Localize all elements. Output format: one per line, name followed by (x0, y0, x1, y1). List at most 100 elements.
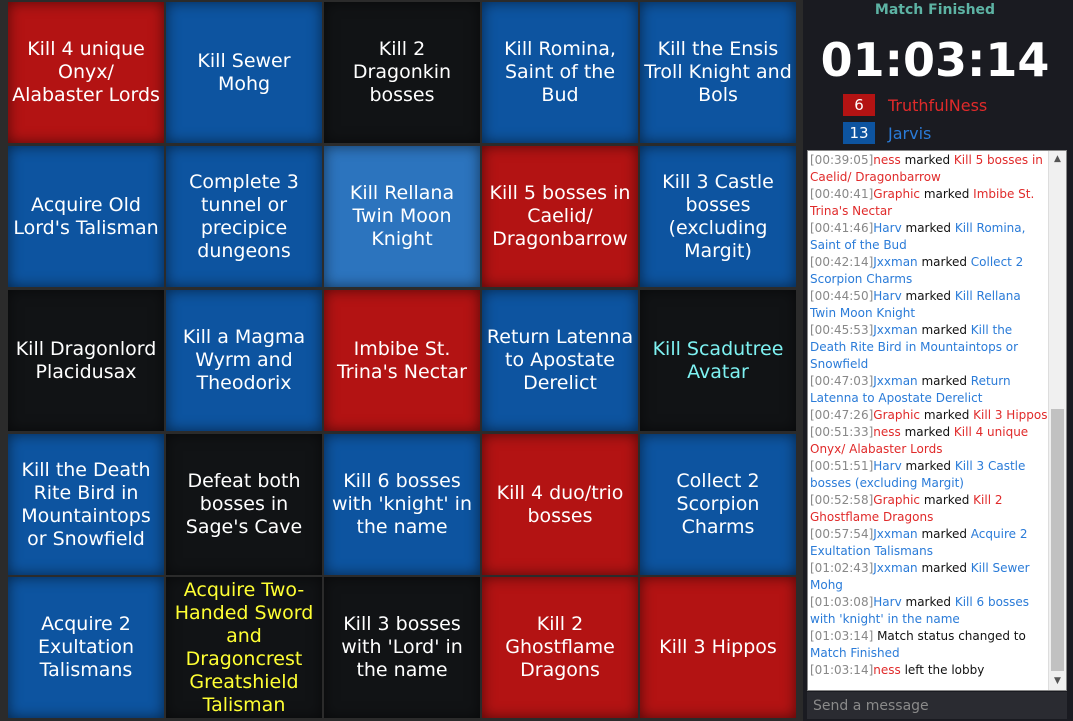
chat-message-part: ness (873, 663, 901, 677)
chat-message-part: marked (901, 459, 955, 473)
bingo-cell-label: Kill the Ensis Troll Knight and Bols (644, 38, 792, 106)
chat-message-part: Kill 3 Hippos (973, 408, 1048, 422)
bingo-cell-label: Complete 3 tunnel or precipice dungeons (189, 170, 299, 262)
bingo-cell[interactable]: Kill 3 Hippos (640, 577, 796, 718)
chat-message: [01:03:14]ness left the lobby (810, 662, 1048, 679)
chat-timestamp: [00:51:51] (810, 459, 874, 473)
chat-message-part: Jxxman (873, 374, 918, 388)
chat-message: [00:45:53]Jxxman marked Kill the Death R… (810, 322, 1048, 373)
bingo-cell-label: Kill the Death Rite Bird in Mountaintops… (21, 458, 151, 550)
chat-timestamp: [01:02:43] (810, 561, 874, 575)
chat-message-part: Jxxman (873, 255, 918, 269)
chat-message-part: Graphic (873, 493, 921, 507)
chat-message-part: marked (917, 323, 971, 337)
bingo-board: Kill 4 unique Onyx/ Alabaster Lords Kill … (0, 0, 800, 721)
chat-message: [01:02:43]Jxxman marked Kill Sewer Mohg (810, 560, 1048, 594)
bingo-cell[interactable]: Kill 3 bosses with 'Lord' in the name (324, 577, 480, 718)
bingo-cell[interactable]: Kill Sewer Mohg (166, 2, 322, 143)
bingo-cell[interactable]: Kill the Ensis Troll Knight and Bols (640, 2, 796, 143)
bingo-cell[interactable]: Kill Romina, Saint of the Bud (482, 2, 638, 143)
bingo-cell[interactable]: Collect 2 Scorpion Charms (640, 434, 796, 575)
bingo-cell[interactable]: Kill Scadutree Avatar (640, 290, 796, 431)
bingo-cell[interactable]: Kill Dragonlord Placidusax (8, 290, 164, 431)
player-score-badge: 6 (843, 94, 875, 116)
chat-message-part: marked (920, 493, 974, 507)
chat-message-part: Jxxman (873, 561, 918, 575)
chat-message-part: marked (900, 153, 954, 167)
bingo-cell[interactable]: Acquire 2 Exultation Talismans (8, 577, 164, 718)
chat-timestamp: [01:03:14] (810, 663, 874, 677)
chat-message-part: marked (917, 561, 971, 575)
chat-scrollbar[interactable]: ▲ ▼ (1048, 151, 1066, 690)
chat-message-part: marked (920, 187, 974, 201)
chat-message-part: ness (873, 425, 901, 439)
chat-message-part: Harv (873, 289, 902, 303)
bingo-cell[interactable]: Acquire Two-Handed Sword and Dragoncrest… (166, 577, 322, 718)
bingo-cell[interactable]: Kill 5 bosses in Caelid/ Dragonbarrow (482, 146, 638, 287)
chat-timestamp: [00:44:50] (810, 289, 874, 303)
bingo-cell[interactable]: Kill 4 unique Onyx/ Alabaster Lords (8, 2, 164, 143)
chat-message: [00:44:50]Harv marked Kill Rellana Twin … (810, 288, 1048, 322)
chat-message: [00:51:51]Harv marked Kill 3 Castle boss… (810, 458, 1048, 492)
bingo-cell[interactable]: Return Latenna to Apostate Derelict (482, 290, 638, 431)
chat-timestamp: [01:03:08] (810, 595, 874, 609)
chat-message-part: Match Finished (810, 646, 900, 660)
chat-message-part: Harv (873, 459, 902, 473)
bingo-cell-label: Defeat both bosses in Sage's Cave (185, 470, 303, 538)
bingo-cell-label: Kill a Magma Wyrm and Theodorix (182, 326, 306, 394)
bingo-cell-label: Kill 5 bosses in Caelid/ Dragonbarrow (489, 182, 631, 250)
bingo-cell-label: Imbibe St. Trina's Nectar (336, 337, 467, 383)
player-name: Jarvis (888, 123, 932, 143)
bingo-cell-label: Kill 3 bosses with 'Lord' in the name (341, 613, 463, 681)
chat-message: [00:41:46]Harv marked Kill Romina, Saint… (810, 220, 1048, 254)
chat-message-input[interactable] (807, 692, 1067, 719)
chat-timestamp: [00:52:58] (810, 493, 874, 507)
bingo-cell-label: Acquire Two-Handed Sword and Dragoncrest… (174, 578, 314, 716)
bingo-cell-label: Kill Scadutree Avatar (652, 337, 784, 383)
bingo-cell[interactable]: Acquire Old Lord's Talisman (8, 146, 164, 287)
bingo-cell[interactable]: Defeat both bosses in Sage's Cave (166, 434, 322, 575)
scroll-up-arrow-icon[interactable]: ▲ (1049, 151, 1066, 168)
chat-message: [01:03:08]Harv marked Kill 6 bosses with… (810, 594, 1048, 628)
bingo-cell[interactable]: Imbibe St. Trina's Nectar (324, 290, 480, 431)
bingo-cell-label: Kill 3 Hippos (659, 636, 777, 658)
chat-timestamp: [00:47:03] (810, 374, 874, 388)
bingo-cell-label: Kill 4 unique Onyx/ Alabaster Lords (12, 38, 160, 106)
chat-timestamp: [00:57:54] (810, 527, 874, 541)
chat-message-part: Graphic (873, 187, 921, 201)
match-timer: 01:03:14 (820, 33, 1050, 87)
bingo-cell-label: Kill 4 duo/trio bosses (496, 481, 624, 527)
chat-message-part: marked (917, 255, 971, 269)
chat-message-part: marked (917, 527, 971, 541)
bingo-cell[interactable]: Kill a Magma Wyrm and Theodorix (166, 290, 322, 431)
bingo-cell[interactable]: Kill the Death Rite Bird in Mountaintops… (8, 434, 164, 575)
chat-panel: [00:39:05]ness marked Kill 5 bosses in C… (807, 150, 1067, 691)
chat-message-part: marked (900, 425, 954, 439)
chat-timestamp: [00:40:41] (810, 187, 874, 201)
chat-message-part: Harv (873, 595, 902, 609)
chat-timestamp: [00:42:14] (810, 255, 874, 269)
chat-message: [00:57:54]Jxxman marked Acquire 2 Exulta… (810, 526, 1048, 560)
player-score-badge: 13 (843, 122, 875, 144)
bingo-cell[interactable]: Kill 2 Ghostflame Dragons (482, 577, 638, 718)
bingo-cell[interactable]: Kill 6 bosses with 'knight' in the name (324, 434, 480, 575)
scroll-down-arrow-icon[interactable]: ▼ (1049, 673, 1066, 690)
chat-message-part: Jxxman (873, 323, 918, 337)
chat-message-part: left the lobby (900, 663, 985, 677)
bingo-cell-label: Collect 2 Scorpion Charms (676, 470, 760, 538)
bingo-cell[interactable]: Kill 2 Dragonkin bosses (324, 2, 480, 143)
chat-timestamp: [00:45:53] (810, 323, 874, 337)
bingo-cell[interactable]: Kill Rellana Twin Moon Knight (324, 146, 480, 287)
bingo-cell[interactable]: Kill 3 Castle bosses (excluding Margit) (640, 146, 796, 287)
chat-message: [01:03:14] Match status changed to Match… (810, 628, 1048, 662)
bingo-cell[interactable]: Kill 4 duo/trio bosses (482, 434, 638, 575)
chat-message-part: Jxxman (873, 527, 918, 541)
bingo-cell-label: Kill Sewer Mohg (197, 49, 291, 95)
player-row-1: 6 TruthfulNess (843, 94, 987, 116)
bingo-cell-label: Kill 6 bosses with 'knight' in the name (331, 470, 473, 538)
scroll-thumb[interactable] (1051, 409, 1064, 671)
player-row-2: 13 Jarvis (843, 122, 931, 144)
bingo-cell[interactable]: Complete 3 tunnel or precipice dungeons (166, 146, 322, 287)
chat-message: [00:47:26]Graphic marked Kill 3 Hippos (810, 407, 1048, 424)
chat-message-part: Match status changed to (873, 629, 1026, 643)
